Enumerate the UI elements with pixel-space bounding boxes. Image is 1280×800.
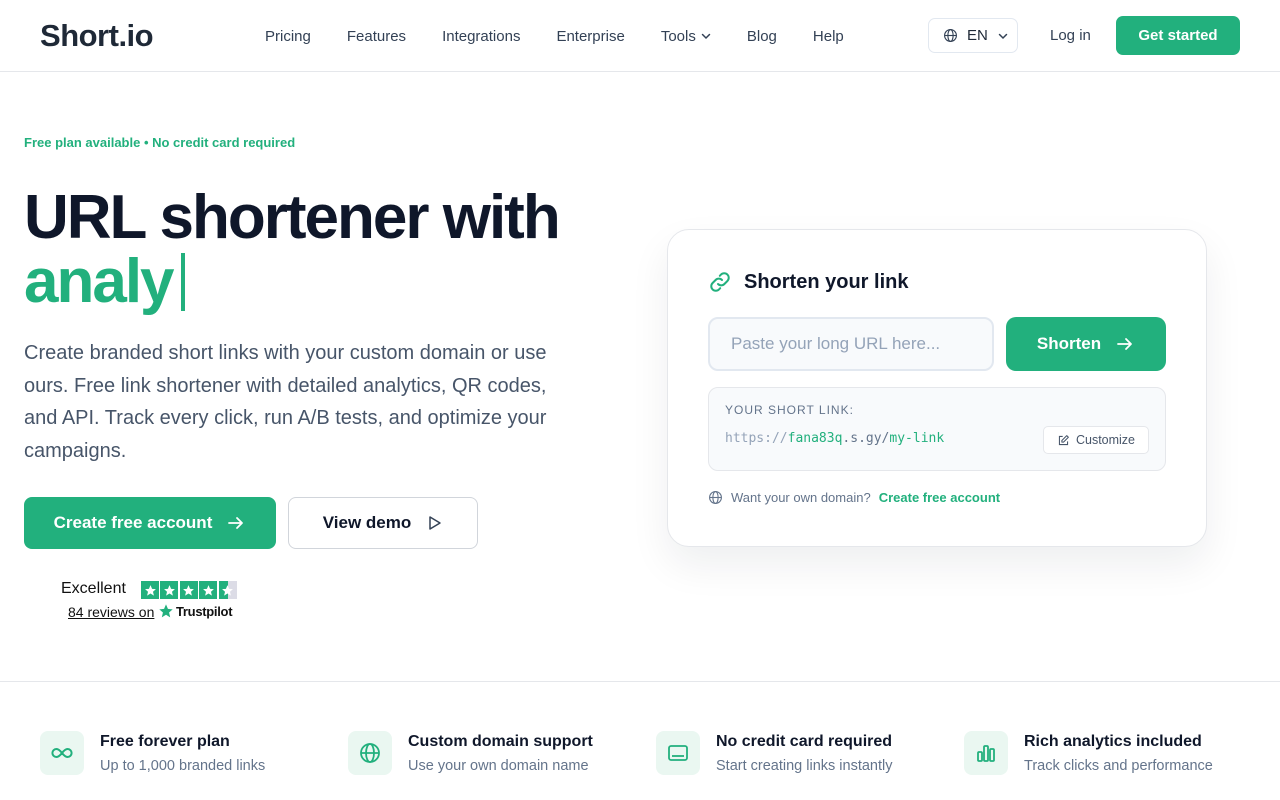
feature-subtitle: Use your own domain name [408,758,589,774]
globe-icon [709,491,722,504]
customize-label: Customize [1075,433,1136,447]
long-url-input[interactable] [708,317,994,371]
play-icon [429,516,441,530]
credit-card-icon [656,731,700,775]
domain-hint-text: Want your own domain? [731,490,871,505]
feature-subtitle: Start creating links instantly [716,758,893,774]
edit-icon [1058,434,1069,445]
main-nav: Pricing Features Integrations Enterprise… [265,26,880,46]
create-free-account-label: Create free account [53,513,213,532]
feature-no-credit-card: No credit card required Start creating l… [656,730,893,776]
short-link-domain: .s.gy/ [842,431,890,446]
typing-cursor [180,253,185,311]
hero-title-typed: analy [24,250,185,314]
link-icon [710,272,730,292]
short-link-label: YOUR SHORT LINK: [725,403,854,417]
domain-hint: Want your own domain? Create free accoun… [708,490,1000,505]
login-link[interactable]: Log in [1050,27,1091,44]
feature-title: Rich analytics included [1024,733,1202,750]
short-link-protocol: https:// [725,431,788,446]
customize-button[interactable]: Customize [1043,426,1149,454]
shorten-card: Shorten your link Shorten YOUR SHORT LIN… [667,229,1207,547]
trustpilot-brand: Trustpilot [176,603,233,619]
create-free-account-link[interactable]: Create free account [879,490,1000,505]
shorten-label: Shorten [1036,334,1102,353]
logo-mark: S [38,18,61,53]
star-icon [141,581,159,599]
view-demo-label: View demo [322,513,412,532]
feature-custom-domain: Custom domain support Use your own domai… [348,730,593,776]
nav-enterprise[interactable]: Enterprise [556,28,624,45]
logo-text: hort.io [60,18,154,53]
language-selector[interactable]: EN [928,18,1018,53]
shorten-button[interactable]: Shorten [1006,317,1166,371]
nav-features[interactable]: Features [347,28,406,45]
nav-pricing[interactable]: Pricing [265,28,311,45]
language-code: EN [967,27,988,44]
trustpilot-star-icon [159,604,173,618]
hero-description: Create branded short links with your cus… [24,342,547,462]
trustpilot-rating-word: Excellent [61,580,126,597]
short-link-result: YOUR SHORT LINK: https://fana83q.s.gy/my… [708,387,1166,471]
infinity-icon [40,731,84,775]
star-icon [160,581,179,599]
globe-icon [348,731,392,775]
feature-title: No credit card required [716,733,893,750]
star-icon [179,581,198,599]
feature-free-plan: Free forever plan Up to 1,000 branded li… [40,730,265,776]
trustpilot-stars [141,581,238,599]
card-title: Shorten your link [708,270,908,294]
chevron-down-icon [998,33,1008,39]
trustpilot-logo[interactable]: Trustpilot [158,603,233,619]
star-icon [199,581,218,599]
short-link-path: my-link [889,431,945,446]
feature-subtitle: Up to 1,000 branded links [100,758,266,774]
feature-subtitle: Track clicks and performance [1024,758,1213,774]
nav-help[interactable]: Help [813,28,844,45]
nav-tools-label: Tools [660,27,696,45]
bar-chart-icon [964,731,1008,775]
feature-title: Free forever plan [100,733,230,750]
feature-analytics: Rich analytics included Track clicks and… [964,730,1213,776]
card-title-text: Shorten your link [744,270,909,293]
short-link-url[interactable]: https://fana83q.s.gy/my-link [725,431,944,446]
trustpilot-reviews-link[interactable]: 84 reviews on [68,604,154,620]
short-link-subdomain: fana83q [787,431,843,446]
feature-title: Custom domain support [408,733,593,750]
site-header: Short.io Pricing Features Integrations E… [0,0,1280,72]
features-strip: Free forever plan Up to 1,000 branded li… [0,681,1280,800]
nav-tools[interactable]: Tools [661,28,711,45]
create-free-account-button[interactable]: Create free account [24,497,276,549]
hero-title: URL shortener with [24,183,561,252]
globe-icon [944,29,957,42]
star-half-icon [218,581,237,599]
typed-word: analy [24,247,175,316]
view-demo-button[interactable]: View demo [288,497,478,549]
logo[interactable]: Short.io [38,18,154,54]
nav-integrations[interactable]: Integrations [442,28,520,45]
get-started-button[interactable]: Get started [1116,16,1240,55]
arrow-right-icon [228,517,244,529]
chevron-down-icon [701,33,711,40]
arrow-right-icon [1117,338,1133,350]
nav-blog[interactable]: Blog [747,28,777,45]
hero-tagline: Free plan available • No credit card req… [24,135,296,150]
